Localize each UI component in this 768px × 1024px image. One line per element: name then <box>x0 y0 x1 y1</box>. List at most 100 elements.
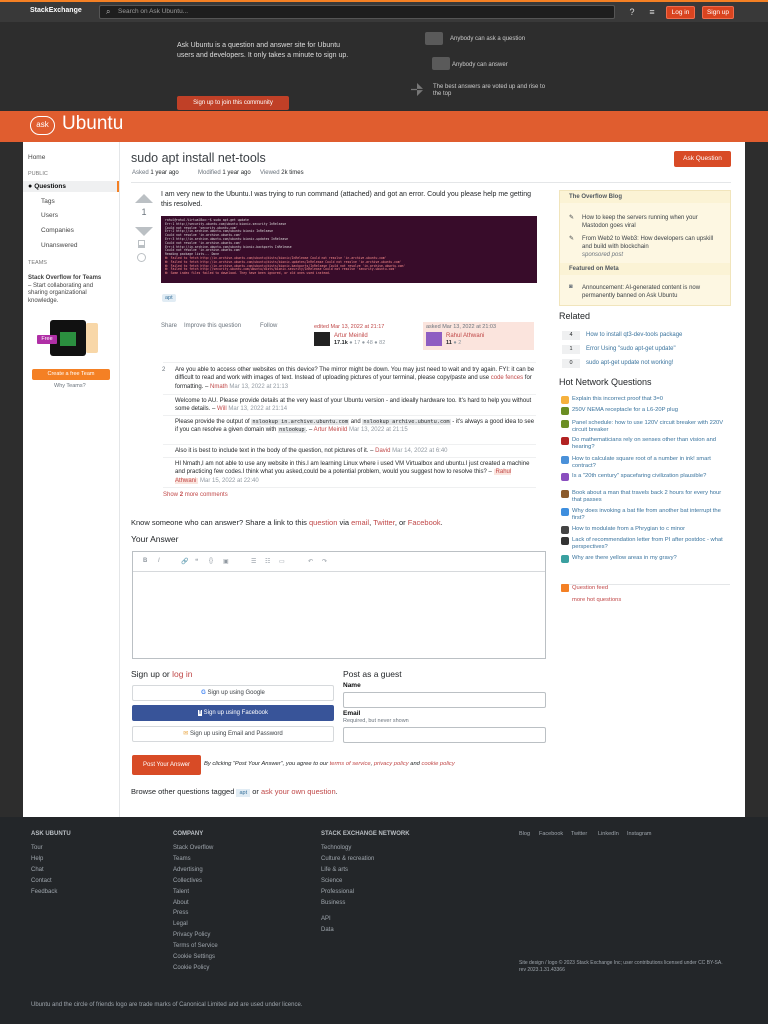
share-facebook-link[interactable]: Facebook <box>408 518 441 527</box>
footer-askubuntu-heading[interactable]: ASK UBUNTU <box>31 831 71 837</box>
footer-link[interactable]: Tour <box>31 845 43 851</box>
footer-link[interactable]: Teams <box>173 856 191 862</box>
footer-link[interactable]: About <box>173 900 189 906</box>
browse-tag-apt[interactable]: apt <box>236 789 251 797</box>
signup-button[interactable]: Sign up <box>702 6 734 19</box>
footer-social-link[interactable]: Blog <box>519 831 530 837</box>
undo-icon[interactable]: ↶ <box>308 558 313 565</box>
footer-link[interactable]: Talent <box>173 889 189 895</box>
blog-item-1[interactable]: How to keep the servers running when you… <box>582 214 722 230</box>
code-icon[interactable]: {} <box>209 558 213 564</box>
answer-editor[interactable]: B I 🔗 ❝ {} ▣ ☰ ☷ ▭ ↶ ↷ <box>132 551 546 659</box>
ask-question-button[interactable]: Ask Question <box>674 151 731 167</box>
footer-social-link[interactable]: Facebook <box>539 831 563 837</box>
ordered-list-icon[interactable]: ☰ <box>251 558 256 565</box>
editor-name[interactable]: Artur Meinild <box>334 333 368 339</box>
footer-link[interactable]: Legal <box>173 921 188 927</box>
email-field[interactable] <box>343 727 546 743</box>
show-more-comments[interactable]: Show 2 more comments <box>163 492 228 498</box>
cookie-link[interactable]: cookie policy <box>422 761 455 767</box>
join-community-button[interactable]: Sign up to join this community <box>177 96 289 110</box>
footer-link[interactable]: Advertising <box>173 867 203 873</box>
tag-apt[interactable]: apt <box>162 294 176 302</box>
email-signup-button[interactable]: ✉ Sign up using Email and Password <box>132 726 334 742</box>
inbox-icon[interactable]: ≡ <box>647 7 657 17</box>
share-twitter-link[interactable]: Twitter <box>373 518 395 527</box>
share-question-link[interactable]: question <box>309 518 337 527</box>
more-hot-questions-link[interactable]: more hot questions <box>572 597 621 603</box>
nav-home[interactable]: Home <box>28 154 45 161</box>
nav-unanswered[interactable]: Unanswered <box>41 242 78 249</box>
history-icon[interactable] <box>137 253 146 262</box>
asker-name[interactable]: Rahul Athwani <box>446 333 484 339</box>
improve-question-link[interactable]: Improve this question <box>184 323 241 329</box>
edited-label[interactable]: edited Mar 13, 2022 at 21:17 <box>314 324 419 330</box>
nav-tags[interactable]: Tags <box>41 198 55 205</box>
footer-link[interactable]: Cookie Settings <box>173 954 215 960</box>
footer-link[interactable]: Help <box>31 856 43 862</box>
post-answer-button[interactable]: Post Your Answer <box>132 755 201 775</box>
footer-link[interactable]: Contact <box>31 878 52 884</box>
blog-item-2[interactable]: From Web2 to Web3: How developers can up… <box>582 235 722 259</box>
footer-link[interactable]: Press <box>173 910 188 916</box>
bookmark-icon[interactable] <box>138 240 145 248</box>
why-teams-link[interactable]: Why Teams? <box>54 383 86 389</box>
footer-social-link[interactable]: LinkedIn <box>598 831 619 837</box>
nav-companies[interactable]: Companies <box>41 227 74 234</box>
footer-link[interactable]: Collectives <box>173 878 202 884</box>
question-title[interactable]: sudo apt install net-tools <box>131 151 266 165</box>
upvote-arrow-icon[interactable] <box>135 194 153 203</box>
comment-2-user[interactable]: Will <box>217 406 227 412</box>
share-email-link[interactable]: email <box>351 518 369 527</box>
comment-4-user[interactable]: David <box>375 448 390 454</box>
login-button[interactable]: Log in <box>666 6 695 19</box>
footer-link[interactable]: Cookie Policy <box>173 965 209 971</box>
privacy-link[interactable]: privacy policy <box>374 761 409 767</box>
footer-link[interactable]: Privacy Policy <box>173 932 210 938</box>
footer-link[interactable]: Business <box>321 900 345 906</box>
horizontal-rule-icon[interactable]: ▭ <box>279 558 285 565</box>
ask-own-question-link[interactable]: ask your own question <box>261 787 336 796</box>
footer-link[interactable]: API <box>321 916 331 922</box>
meta-item-1[interactable]: Announcement: AI-generated content is no… <box>582 284 722 300</box>
footer-link[interactable]: Chat <box>31 867 44 873</box>
comment-1-user[interactable]: Nmath <box>210 384 228 390</box>
footer-social-link[interactable]: Twitter <box>571 831 587 837</box>
ask-bubble-logo[interactable]: ask <box>30 116 55 135</box>
footer-link[interactable]: Data <box>321 927 334 933</box>
footer-link[interactable]: Culture & recreation <box>321 856 374 862</box>
downvote-arrow-icon[interactable] <box>135 227 153 236</box>
site-name[interactable]: Ubuntu <box>62 113 123 135</box>
terminal-screenshot[interactable]: rahul@rahul-VirtualBox:~$ sudo apt-get u… <box>161 216 537 283</box>
footer-network-heading[interactable]: STACK EXCHANGE NETWORK <box>321 831 410 837</box>
nav-users[interactable]: Users <box>41 212 58 219</box>
question-feed-link[interactable]: Question feed <box>572 585 608 591</box>
footer-link[interactable]: Professional <box>321 889 354 895</box>
follow-link[interactable]: Follow <box>260 323 277 329</box>
editor-avatar[interactable] <box>314 332 330 346</box>
search-input[interactable]: ⌕ Search on Ask Ubuntu... <box>99 5 615 19</box>
comment-3-user[interactable]: Artur Meinild <box>314 427 348 433</box>
code-fences-link[interactable]: code fences <box>491 375 523 381</box>
bold-icon[interactable]: B <box>143 558 147 564</box>
footer-link[interactable]: Terms of Service <box>173 943 218 949</box>
italic-icon[interactable]: I <box>158 558 160 564</box>
facebook-signup-button[interactable]: f Sign up using Facebook <box>132 705 334 721</box>
footer-social-link[interactable]: Instagram <box>627 831 651 837</box>
unordered-list-icon[interactable]: ☷ <box>265 558 270 565</box>
create-team-button[interactable]: Create a free Team <box>32 369 110 380</box>
google-signup-button[interactable]: G Sign up using Google <box>132 685 334 701</box>
help-icon[interactable]: ? <box>627 7 637 17</box>
share-link[interactable]: Share <box>161 323 177 329</box>
name-field[interactable] <box>343 692 546 708</box>
nav-questions[interactable]: ● Questions <box>23 181 119 192</box>
footer-link[interactable]: Stack Overflow <box>173 845 213 851</box>
quote-icon[interactable]: ❝ <box>195 558 198 565</box>
redo-icon[interactable]: ↷ <box>322 558 327 565</box>
image-icon[interactable]: ▣ <box>223 558 229 565</box>
footer-company-heading[interactable]: COMPANY <box>173 831 203 837</box>
asker-avatar[interactable] <box>426 332 442 346</box>
footer-link[interactable]: Life & arts <box>321 867 348 873</box>
login-link[interactable]: log in <box>172 669 192 679</box>
stackexchange-logo[interactable]: StackExchange <box>30 7 82 14</box>
